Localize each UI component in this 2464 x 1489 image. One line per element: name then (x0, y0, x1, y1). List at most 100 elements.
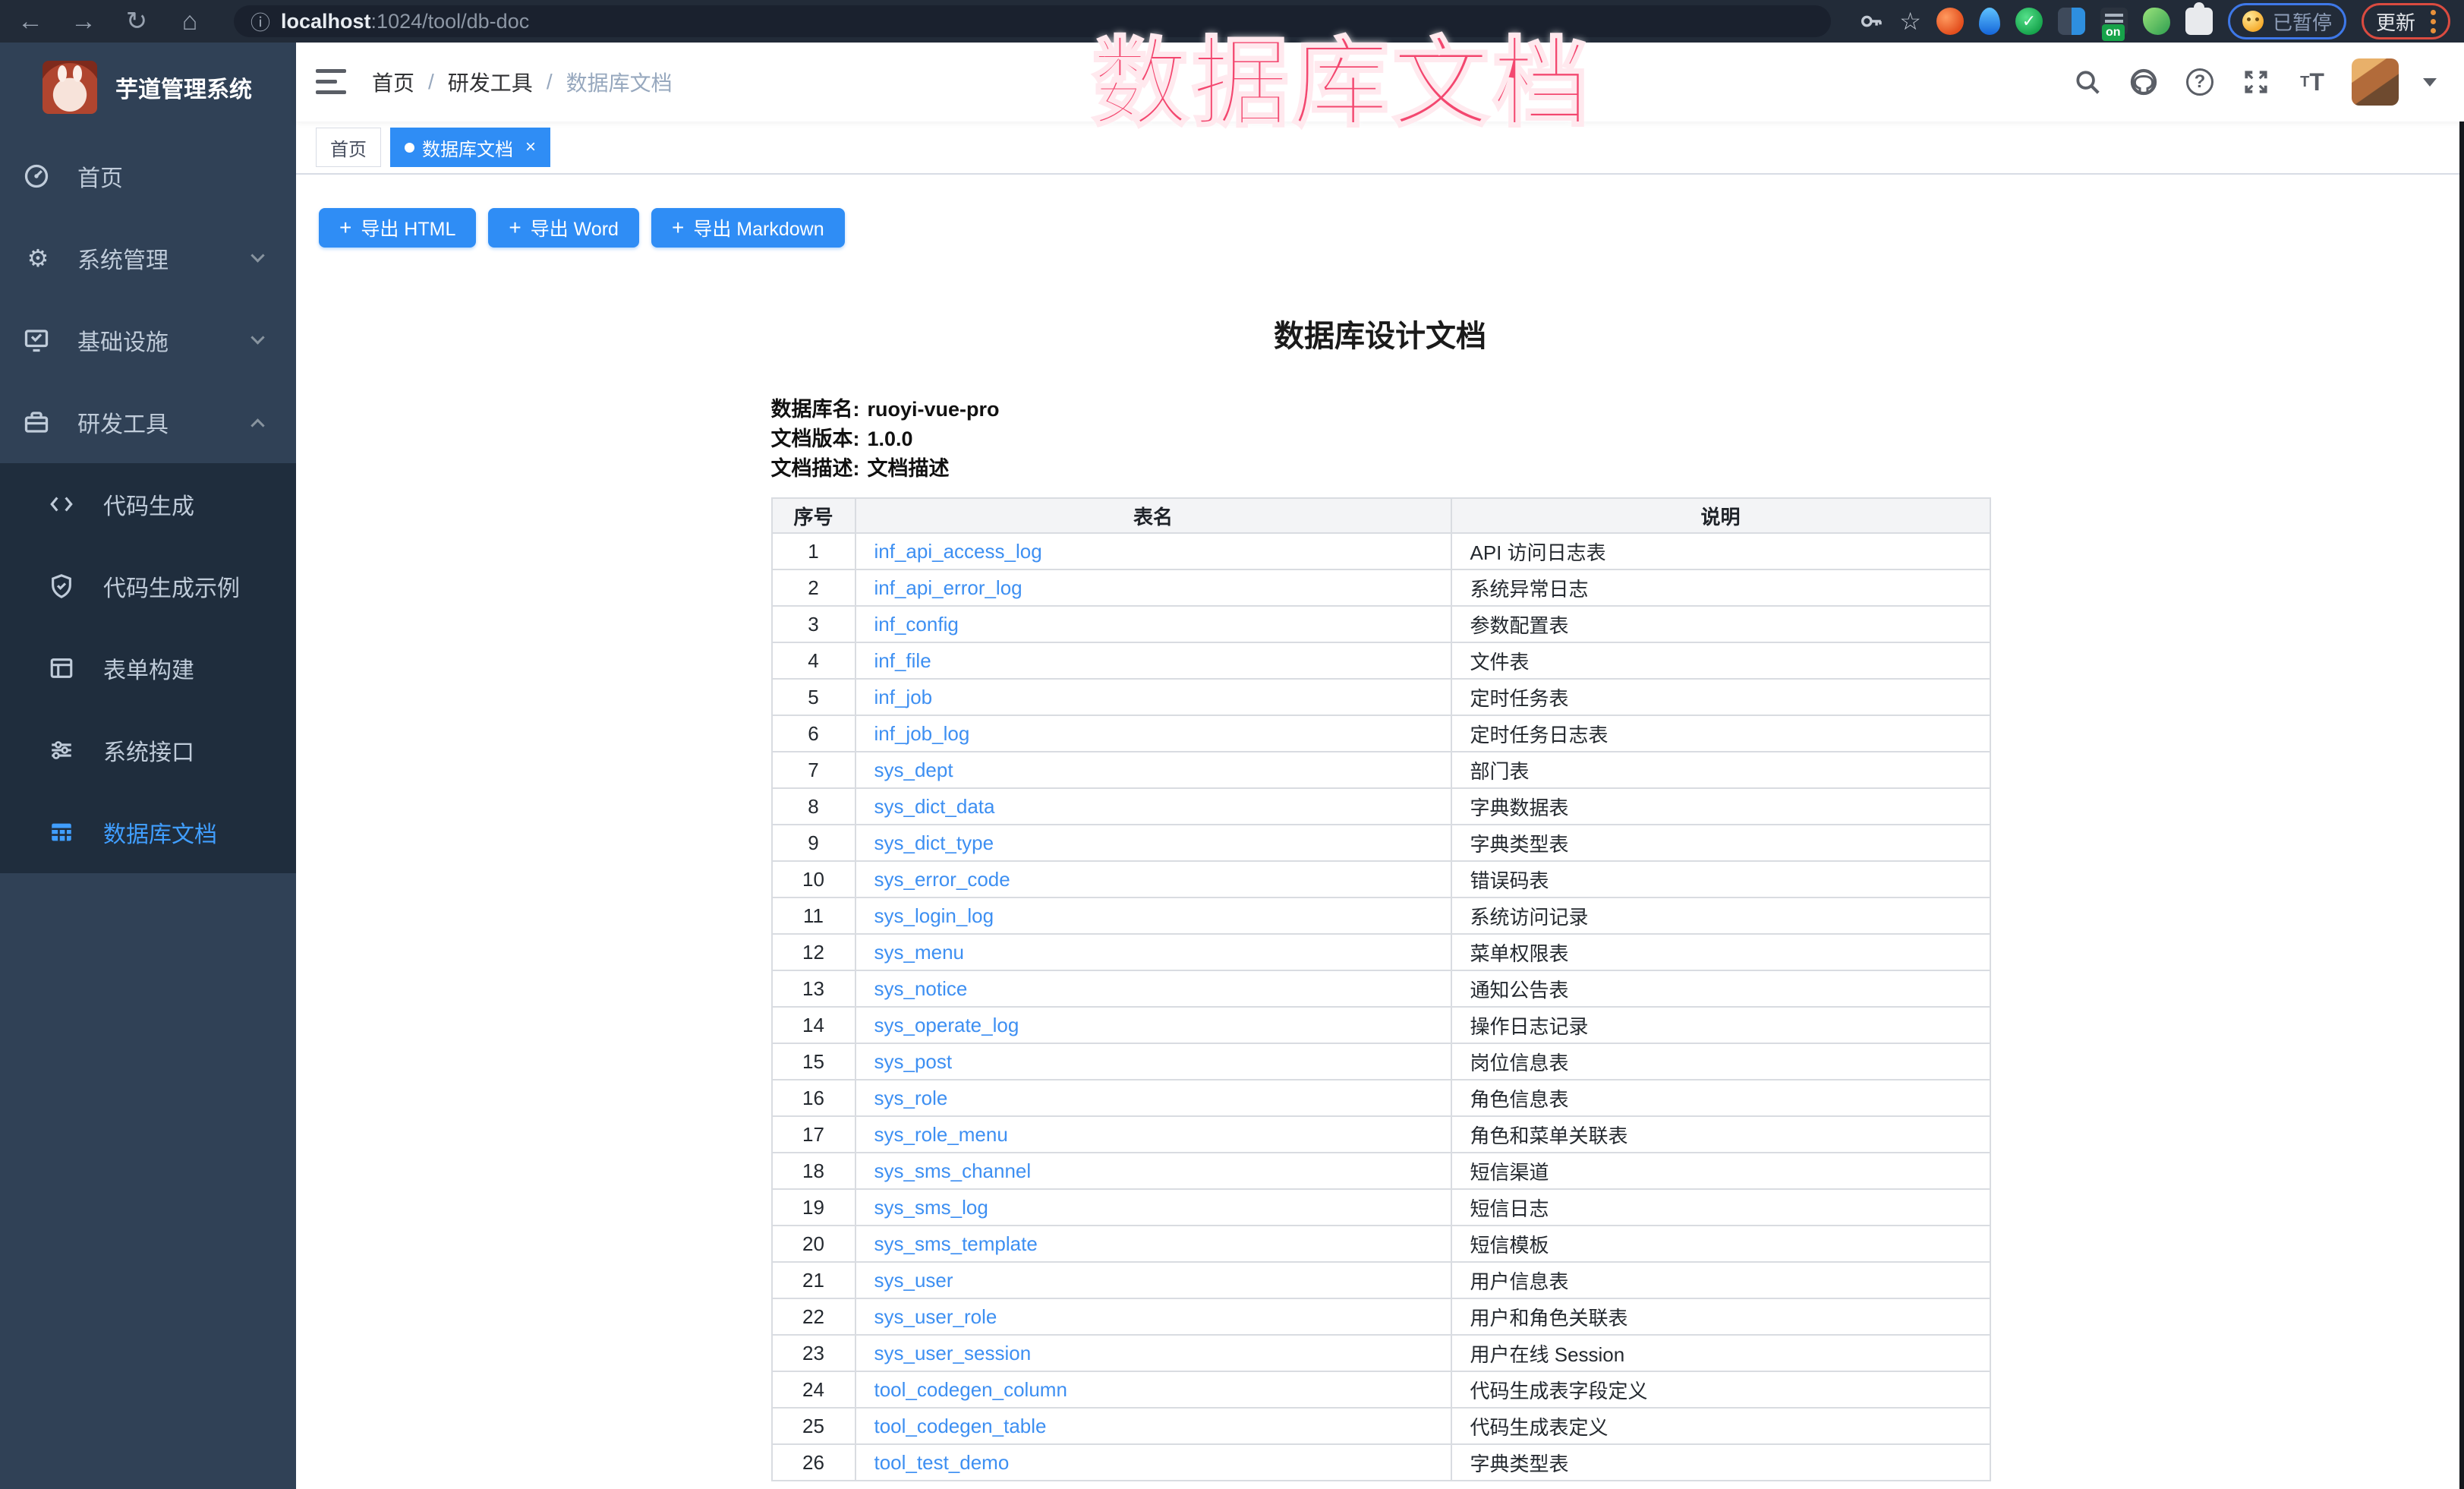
row-description: 用户和角色关联表 (1451, 1298, 1990, 1335)
chrome-update-chip[interactable]: 更新 (2362, 3, 2450, 39)
sidebar-item-codegen[interactable]: 代码生成 (0, 463, 296, 545)
table-name-link[interactable]: sys_notice (874, 977, 968, 1000)
window-edge-scrollbar[interactable] (2459, 121, 2464, 1489)
row-description: 短信渠道 (1451, 1153, 1990, 1189)
github-icon[interactable] (2127, 65, 2160, 99)
sidebar-item-infra[interactable]: 基础设施 (0, 299, 296, 381)
paused-label: 已暂停 (2273, 8, 2332, 36)
export-markdown-button[interactable]: + 导出 Markdown (651, 208, 845, 248)
sidebar-item-label: 表单构建 (103, 651, 194, 685)
fullscreen-icon[interactable] (2239, 65, 2273, 99)
tab-label: 数据库文档 (422, 134, 513, 161)
table-name-link[interactable]: inf_api_access_log (874, 540, 1042, 563)
sidebar-item-home[interactable]: 首页 (0, 135, 296, 217)
tab-db-doc[interactable]: 数据库文档 × (390, 128, 550, 167)
browser-menu-icon[interactable] (2431, 10, 2436, 33)
export-word-button[interactable]: + 导出 Word (488, 208, 639, 248)
meta-db-name: 数据库名:ruoyi-vue-pro (771, 395, 1990, 424)
row-index: 17 (772, 1116, 855, 1153)
browser-reload-icon[interactable]: ↻ (120, 8, 153, 34)
browser-back-icon[interactable]: ← (14, 8, 47, 34)
column-header-index: 序号 (772, 498, 855, 533)
breadcrumb-home[interactable]: 首页 (372, 67, 414, 97)
row-description: API 访问日志表 (1451, 533, 1990, 569)
row-index: 15 (772, 1043, 855, 1080)
extension-orange-icon[interactable] (1936, 8, 1964, 35)
export-html-button[interactable]: + 导出 HTML (319, 208, 476, 248)
table-row: 16 sys_role 角色信息表 (772, 1080, 1990, 1116)
table-name-link[interactable]: sys_sms_log (874, 1196, 988, 1219)
table-name-link[interactable]: sys_menu (874, 941, 965, 964)
table-name-link[interactable]: sys_user_role (874, 1305, 997, 1328)
extension-grid-icon[interactable] (2058, 8, 2085, 35)
row-description: 定时任务日志表 (1451, 715, 1990, 752)
table-name-link[interactable]: sys_sms_channel (874, 1159, 1032, 1182)
browser-forward-icon[interactable]: → (67, 8, 100, 34)
table-name-link[interactable]: inf_config (874, 613, 959, 636)
table-name-link[interactable]: sys_login_log (874, 904, 994, 927)
user-menu-caret-icon[interactable] (2423, 78, 2437, 87)
row-index: 23 (772, 1335, 855, 1371)
table-name-link[interactable]: sys_sms_template (874, 1232, 1038, 1255)
breadcrumb-devtools[interactable]: 研发工具 (448, 67, 533, 97)
extensions-puzzle-icon[interactable] (2185, 8, 2213, 35)
user-avatar[interactable] (2352, 58, 2399, 106)
address-bar[interactable]: ⓘ localhost:1024/tool/db-doc (234, 5, 1831, 37)
table-row: 6 inf_job_log 定时任务日志表 (772, 715, 1990, 752)
table-row: 14 sys_operate_log 操作日志记录 (772, 1007, 1990, 1043)
table-name-link[interactable]: tool_codegen_column (874, 1378, 1067, 1401)
profile-paused-chip[interactable]: 已暂停 (2228, 3, 2346, 39)
row-description: 字典数据表 (1451, 788, 1990, 825)
search-icon[interactable] (2071, 65, 2104, 99)
row-description: 代码生成表定义 (1451, 1408, 1990, 1444)
table-name-link[interactable]: inf_job_log (874, 722, 970, 745)
row-index: 26 (772, 1444, 855, 1481)
table-name-link[interactable]: sys_dept (874, 759, 953, 781)
row-description: 代码生成表字段定义 (1451, 1371, 1990, 1408)
table-name-link[interactable]: inf_job (874, 686, 933, 708)
plus-icon: + (339, 217, 351, 238)
sidebar-item-api[interactable]: 系统接口 (0, 709, 296, 791)
bookmark-star-icon[interactable]: ☆ (1899, 9, 1921, 33)
tab-close-icon[interactable]: × (525, 138, 536, 156)
extension-check-icon[interactable]: ✓ (2015, 8, 2043, 35)
table-name-link[interactable]: tool_test_demo (874, 1451, 1010, 1474)
table-row: 20 sys_sms_template 短信模板 (772, 1226, 1990, 1262)
help-icon[interactable]: ? (2183, 65, 2217, 99)
browser-toolbar-right: ☆ ✓ on 已暂停 更新 (1858, 3, 2450, 39)
table-name-link[interactable]: sys_role_menu (874, 1123, 1008, 1146)
sidebar-item-label: 首页 (77, 159, 123, 193)
table-name-link[interactable]: sys_dict_type (874, 831, 994, 854)
table-name-link[interactable]: sys_error_code (874, 868, 1010, 891)
table-name-link[interactable]: sys_role (874, 1087, 948, 1109)
table-row: 25 tool_codegen_table 代码生成表定义 (772, 1408, 1990, 1444)
table-name-link[interactable]: inf_api_error_log (874, 576, 1022, 599)
browser-home-icon[interactable]: ⌂ (173, 8, 206, 34)
sidebar-item-form-builder[interactable]: 表单构建 (0, 627, 296, 709)
sidebar-item-label: 研发工具 (77, 405, 169, 439)
password-key-icon[interactable] (1858, 8, 1884, 34)
browser-chrome: ← → ↻ ⌂ ⓘ localhost:1024/tool/db-doc ☆ ✓… (0, 0, 2464, 43)
extension-leaf-icon[interactable] (2143, 8, 2170, 35)
table-name-link[interactable]: tool_codegen_table (874, 1415, 1047, 1437)
devtools-submenu: 代码生成 代码生成示例 表单构建 系统接口 (0, 463, 296, 873)
sidebar-item-label: 代码生成 (103, 487, 194, 521)
sidebar-item-system[interactable]: ⚙ 系统管理 (0, 217, 296, 299)
table-name-link[interactable]: sys_operate_log (874, 1014, 1019, 1036)
extension-pin-icon[interactable] (1979, 8, 2000, 35)
sidebar-item-codegen-demo[interactable]: 代码生成示例 (0, 545, 296, 627)
font-size-icon[interactable]: TT (2295, 65, 2329, 99)
sidebar-toggle-icon[interactable] (316, 69, 346, 95)
app-logo-row[interactable]: 芋道管理系统 (0, 43, 296, 129)
site-info-icon[interactable]: ⓘ (250, 8, 270, 36)
table-name-link[interactable]: sys_user (874, 1269, 953, 1292)
extension-stack-icon[interactable]: on (2100, 8, 2128, 35)
sidebar-item-db-doc[interactable]: 数据库文档 (0, 791, 296, 873)
table-name-link[interactable]: sys_user_session (874, 1342, 1032, 1364)
sidebar-item-devtools[interactable]: 研发工具 (0, 381, 296, 463)
table-name-link[interactable]: inf_file (874, 649, 931, 672)
table-name-link[interactable]: sys_post (874, 1050, 953, 1073)
table-name-link[interactable]: sys_dict_data (874, 795, 995, 818)
tags-view-bar: 首页 数据库文档 × (296, 121, 2464, 175)
tab-home[interactable]: 首页 (316, 128, 381, 167)
